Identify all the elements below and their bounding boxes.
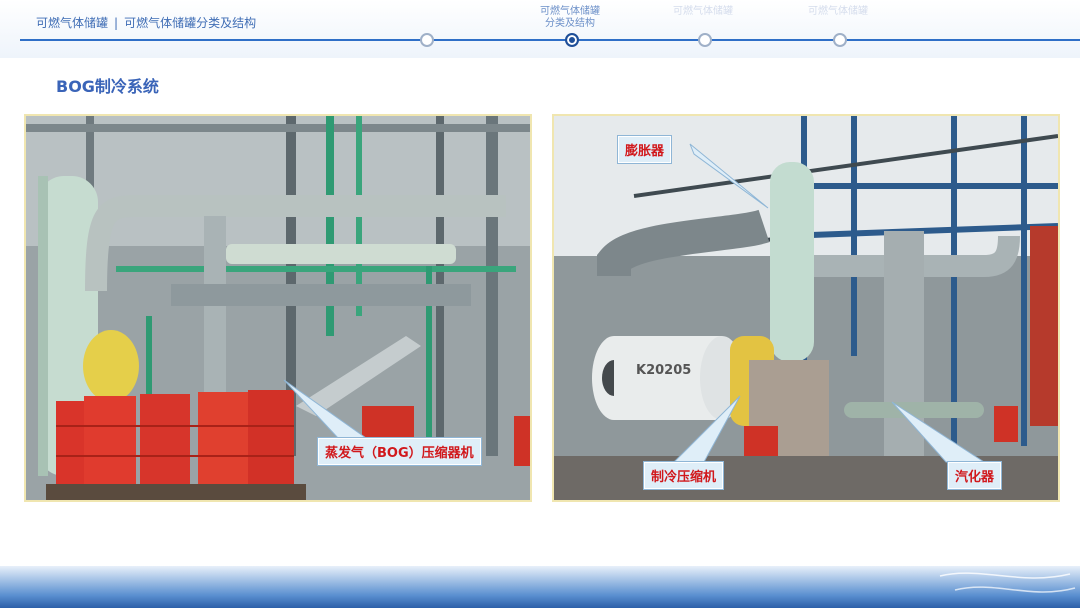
breadcrumb-main[interactable]: 可燃气体储罐 xyxy=(36,16,108,30)
footer-band xyxy=(0,566,1080,608)
nav-step-3-dot[interactable] xyxy=(698,33,712,47)
nav-step-3-label[interactable]: 可燃气体储罐 xyxy=(663,6,743,18)
nav-step-4-dot[interactable] xyxy=(833,33,847,47)
progress-line xyxy=(20,39,1080,41)
callout-vaporizer: 汽化器 xyxy=(948,462,1002,489)
photo-bog-compressor: 蒸发气（BOG）压缩器机 xyxy=(24,114,532,502)
breadcrumb: 可燃气体储罐 | 可燃气体储罐分类及结构 xyxy=(36,16,276,30)
breadcrumb-separator: | xyxy=(114,16,119,30)
nav-step-2-label[interactable]: 可燃气体储罐 分类及结构 xyxy=(530,6,610,30)
callout-expander: 膨胀器 xyxy=(618,136,672,163)
wave-decoration-icon xyxy=(939,572,1076,593)
refrigeration-plant-illustration: K20205 xyxy=(554,116,1058,500)
nav-step-4-label[interactable]: 可燃气体储罐 xyxy=(798,6,878,18)
machine-tag-text: K20205 xyxy=(636,363,691,378)
photo-refrigeration-system: K20205 膨胀器 制冷压缩机 汽化器 xyxy=(552,114,1060,502)
nav-step-1-dot[interactable] xyxy=(420,33,434,47)
callout-bog-compressor: 蒸发气（BOG）压缩器机 xyxy=(318,438,481,465)
top-nav-bar: 可燃气体储罐 | 可燃气体储罐分类及结构 可燃气体储罐 分类及结构 可燃气体储罐 可… xyxy=(0,0,1080,58)
callout-refrigeration-compressor: 制冷压缩机 xyxy=(644,462,724,489)
nav-step-2-dot[interactable] xyxy=(565,33,579,47)
breadcrumb-sub[interactable]: 可燃气体储罐分类及结构 xyxy=(124,16,256,30)
slide-title: BOG制冷系统 xyxy=(56,77,159,96)
